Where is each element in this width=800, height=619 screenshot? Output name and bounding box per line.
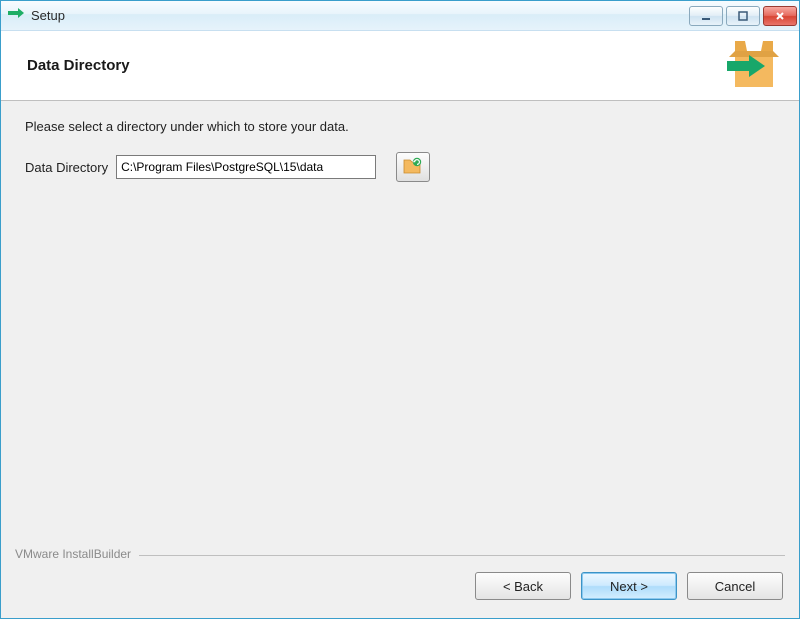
wizard-content: Please select a directory under which to…	[1, 101, 799, 555]
next-button[interactable]: Next >	[581, 572, 677, 600]
footer-separator: VMware InstallBuilder	[15, 555, 785, 556]
browse-folder-button[interactable]	[396, 152, 430, 182]
data-directory-label: Data Directory	[25, 160, 108, 175]
maximize-button[interactable]	[726, 6, 760, 26]
app-arrow-icon	[7, 7, 25, 25]
box-arrow-icon	[721, 39, 785, 95]
minimize-button[interactable]	[689, 6, 723, 26]
window-controls	[689, 6, 797, 26]
cancel-button[interactable]: Cancel	[687, 572, 783, 600]
data-directory-input[interactable]	[116, 155, 376, 179]
close-button[interactable]	[763, 6, 797, 26]
instruction-text: Please select a directory under which to…	[25, 119, 775, 134]
page-title: Data Directory	[27, 57, 130, 74]
wizard-buttons: < Back Next > Cancel	[1, 556, 799, 618]
installbuilder-brand: VMware InstallBuilder	[15, 547, 139, 561]
folder-refresh-icon	[403, 157, 423, 178]
wizard-header: Data Directory	[1, 31, 799, 101]
back-button[interactable]: < Back	[475, 572, 571, 600]
setup-window: Setup Data Directory	[0, 0, 800, 619]
data-directory-row: Data Directory	[25, 152, 775, 182]
titlebar: Setup	[1, 1, 799, 31]
window-title: Setup	[31, 8, 689, 23]
